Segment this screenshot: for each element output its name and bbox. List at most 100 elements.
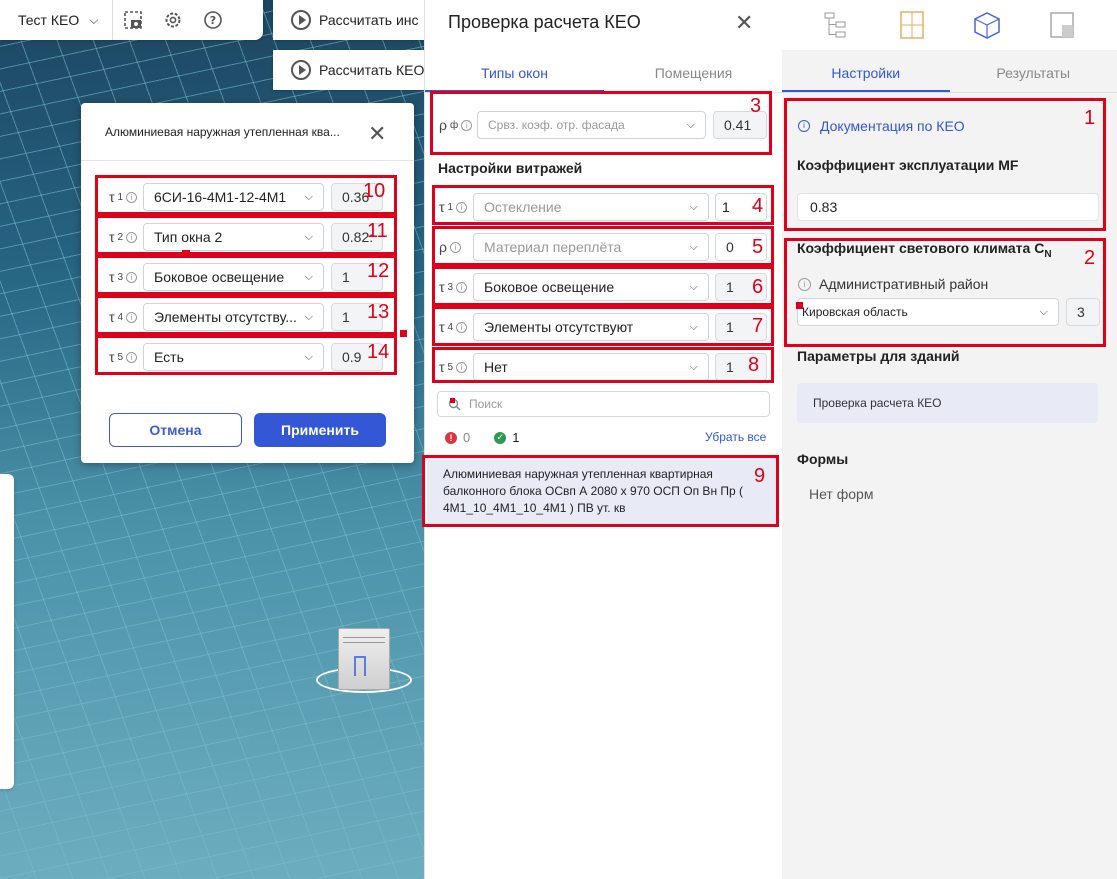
tab-results[interactable]: Результаты xyxy=(950,55,1117,92)
protection-select[interactable]: Нет ⌵ xyxy=(473,353,709,381)
dialog-row-tau3: τ3i Боковое освещение ⌵ 1 xyxy=(95,258,383,296)
facade-reflection-row: ρфi Срвз. коэф. отр. фасада ⌵ 0.41 xyxy=(437,107,767,143)
mf-input[interactable]: 0.83 xyxy=(797,193,1099,221)
value-field[interactable]: 1 xyxy=(715,353,767,381)
district-value-field[interactable]: 3 xyxy=(1066,298,1100,326)
search-input[interactable]: Поиск xyxy=(437,391,770,417)
documentation-link-label: Документация по КЕО xyxy=(820,118,965,134)
stained-glass-header: Настройки витражей xyxy=(438,160,583,176)
close-icon[interactable]: ✕ xyxy=(368,123,386,145)
frame-material-select[interactable]: Материал переплёта ⌵ xyxy=(473,233,709,261)
stained-row-tau5: τ5i Нет ⌵ 1 xyxy=(437,349,767,385)
view-toolbar xyxy=(782,0,1117,50)
panel-tabs: Типы окон Помещения xyxy=(425,55,783,93)
annotation-number-3: 3 xyxy=(750,95,762,117)
elements-select[interactable]: Элементы отсутствуют ⌵ xyxy=(473,313,709,341)
chevron-down-icon: ⌵ xyxy=(304,310,313,323)
annotation-number-8: 8 xyxy=(748,354,760,376)
row-label-sub: ф xyxy=(449,119,459,131)
annotation-number-7: 7 xyxy=(752,315,764,337)
chevron-down-icon: ⌵ xyxy=(89,12,99,27)
apply-button[interactable]: Применить xyxy=(254,413,386,447)
climate-label-sub: N xyxy=(1044,248,1052,260)
chevron-down-icon: ⌵ xyxy=(1039,305,1048,318)
clear-all-link[interactable]: Убрать все xyxy=(705,430,766,444)
row-label-sub: 1 xyxy=(117,191,124,203)
info-icon[interactable]: i xyxy=(126,311,138,323)
info-icon[interactable]: i xyxy=(126,231,138,243)
chevron-down-icon: ⌵ xyxy=(304,270,313,283)
protection-select[interactable]: Есть ⌵ xyxy=(143,343,324,371)
gear-icon[interactable] xyxy=(153,0,193,40)
play-icon xyxy=(291,60,311,80)
info-icon[interactable]: i xyxy=(126,351,138,363)
dialog-row-tau4: τ4i Элементы отсутству... ⌵ 1 xyxy=(95,298,383,336)
annotation-number-13: 13 xyxy=(367,301,390,323)
cancel-button[interactable]: Отмена xyxy=(109,413,242,447)
district-select[interactable]: Кировская область ⌵ xyxy=(797,298,1059,326)
glazing-select[interactable]: Остекление ⌵ xyxy=(473,193,709,221)
window-type-item[interactable]: Алюминиевая наружная утепленная квартирн… xyxy=(427,458,779,524)
lighting-select[interactable]: Боковое освещение ⌵ xyxy=(473,273,709,301)
info-icon[interactable]: i xyxy=(456,201,468,213)
object-marker xyxy=(354,656,366,676)
info-icon[interactable]: i xyxy=(456,361,468,373)
info-icon[interactable]: i xyxy=(461,119,473,131)
search-placeholder: Поиск xyxy=(469,397,503,411)
select-value: 1 xyxy=(722,199,730,215)
annotation-number-10: 10 xyxy=(363,180,386,202)
select-value: Кировская область xyxy=(802,305,908,319)
svg-text:?: ? xyxy=(210,14,216,27)
row-label: τ xyxy=(439,319,445,335)
left-side-panel xyxy=(0,474,14,789)
layout-icon[interactable] xyxy=(1047,10,1077,40)
row-label-sub: 4 xyxy=(117,311,124,323)
info-icon[interactable]: i xyxy=(126,191,138,203)
row-label-sub: 5 xyxy=(447,361,454,373)
info-icon[interactable]: i xyxy=(449,241,461,253)
select-value: Боковое освещение xyxy=(154,269,285,285)
play-icon xyxy=(291,10,311,30)
select-value: Элементы отсутству... xyxy=(154,309,297,325)
tab-settings[interactable]: Настройки xyxy=(782,55,950,92)
3d-viewport[interactable]: Тест КЕО ⌵ ? Рассчитать инс Рассчитать К… xyxy=(0,0,424,879)
window-type-dialog: Алюминиевая наружная утепленная ква... ✕… xyxy=(81,103,414,463)
row-label-sub: 3 xyxy=(447,281,454,293)
chevron-down-icon: ⌵ xyxy=(304,350,313,363)
select-value: Остекление xyxy=(484,199,562,215)
elements-select[interactable]: Элементы отсутству... ⌵ xyxy=(143,303,324,331)
dialog-row-tau1: τ1i 6СИ-16-4М1-12-4М1 ⌵ 0.36 xyxy=(95,178,383,216)
grid-plan-icon[interactable] xyxy=(897,10,927,40)
facade-reflection-select[interactable]: Срвз. коэф. отр. фасада ⌵ xyxy=(477,111,706,139)
forms-empty-text: Нет форм xyxy=(809,486,874,502)
info-icon[interactable]: i xyxy=(798,277,811,291)
calc-insolation-label: Рассчитать инс xyxy=(319,12,419,28)
lighting-select[interactable]: Боковое освещение ⌵ xyxy=(143,263,324,291)
info-icon: i xyxy=(798,120,810,132)
help-icon[interactable]: ? xyxy=(193,0,233,40)
calc-keo-button[interactable]: Рассчитать КЕО xyxy=(273,50,424,90)
error-icon: ! xyxy=(445,431,457,444)
select-value: Тип окна 2 xyxy=(154,229,223,245)
project-selector[interactable]: Тест КЕО ⌵ xyxy=(0,0,114,40)
tree-icon[interactable] xyxy=(822,10,852,40)
info-icon[interactable]: i xyxy=(126,271,138,283)
window-type-select[interactable]: Тип окна 2 ⌵ xyxy=(143,223,324,251)
info-icon[interactable]: i xyxy=(456,281,468,293)
row-label: τ xyxy=(109,309,115,325)
close-icon[interactable]: ✕ xyxy=(735,12,753,34)
select-value: Боковое освещение xyxy=(484,279,615,295)
row-label-sub: 5 xyxy=(117,351,124,363)
calc-insolation-button[interactable]: Рассчитать инс xyxy=(273,0,424,40)
tab-rooms[interactable]: Помещения xyxy=(604,55,783,92)
documentation-link[interactable]: i Документация по КЕО xyxy=(798,118,965,134)
tab-window-types[interactable]: Типы окон xyxy=(425,55,604,92)
info-icon[interactable]: i xyxy=(456,321,468,333)
3d-box-icon[interactable] xyxy=(972,10,1002,40)
chevron-down-icon: ⌵ xyxy=(689,280,698,293)
screenshot-icon[interactable] xyxy=(113,0,153,40)
annotation-number-9: 9 xyxy=(754,465,766,487)
building-card[interactable]: Проверка расчета КЕО xyxy=(797,383,1098,423)
glazing-select[interactable]: 6СИ-16-4М1-12-4М1 ⌵ xyxy=(143,183,324,211)
district-label: i Административный район xyxy=(798,276,988,292)
